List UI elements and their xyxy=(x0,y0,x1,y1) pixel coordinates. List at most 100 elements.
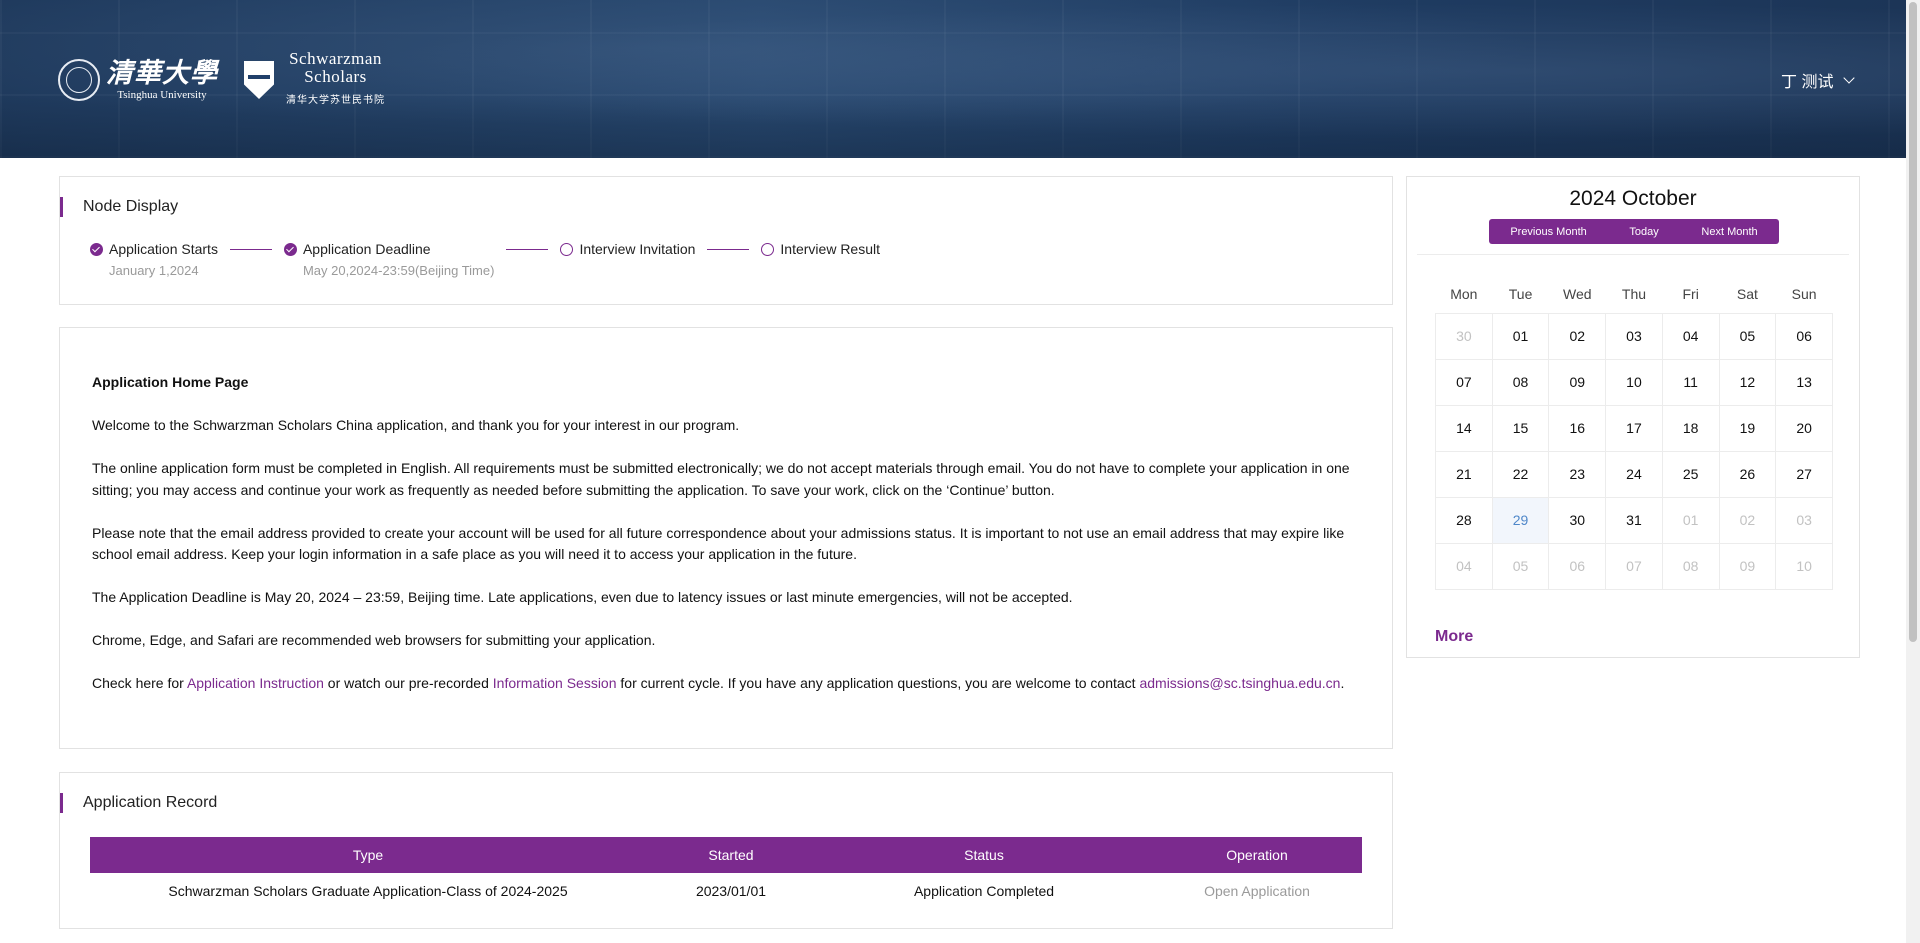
schwarzman-logo-line1: Schwarzman xyxy=(289,49,382,68)
contact-text-a: Check here for xyxy=(92,675,187,691)
calendar-nav: Previous Month Today Next Month xyxy=(1489,219,1779,244)
calendar-day[interactable]: 25 xyxy=(1661,450,1720,498)
scrollbar-thumb[interactable] xyxy=(1909,2,1917,642)
step-application-starts: Application Starts January 1,2024 xyxy=(90,241,218,278)
calendar-day[interactable]: 08 xyxy=(1661,542,1720,590)
calendar-day[interactable]: 31 xyxy=(1605,496,1663,544)
calendar-day[interactable]: 26 xyxy=(1718,450,1777,498)
home-title: Application Home Page xyxy=(92,374,249,390)
calendar-day[interactable]: 03 xyxy=(1605,312,1663,360)
calendar-day[interactable]: 15 xyxy=(1491,404,1550,452)
empty-circle-icon xyxy=(761,242,775,256)
information-session-link[interactable]: Information Session xyxy=(493,675,617,691)
application-record-table: Type Started Status Operation Schwarzman… xyxy=(90,837,1362,909)
calendar-day[interactable]: 13 xyxy=(1775,358,1833,406)
calendar-day[interactable]: 24 xyxy=(1605,450,1663,498)
weekday-label: Tue xyxy=(1508,285,1533,302)
weekday-label: Wed xyxy=(1562,285,1592,302)
weekday-label: Mon xyxy=(1450,285,1478,302)
cell-type: Schwarzman Scholars Graduate Application… xyxy=(168,883,568,899)
calendar-day[interactable]: 16 xyxy=(1548,404,1607,452)
weekday-header-row: Mon Tue Wed Thu Fri Sat Sun xyxy=(1436,275,1833,313)
calendar-day[interactable]: 30 xyxy=(1435,312,1493,360)
column-header-operation: Operation xyxy=(1152,837,1362,873)
contact-text-c: for current cycle. If you have any appli… xyxy=(616,675,1140,691)
calendar-day[interactable]: 09 xyxy=(1718,542,1777,590)
weekday-label: Sun xyxy=(1791,285,1817,302)
calendar-day[interactable]: 01 xyxy=(1491,312,1550,360)
calendar-day[interactable]: 10 xyxy=(1605,358,1663,406)
previous-month-button[interactable]: Previous Month xyxy=(1510,226,1586,238)
calendar-week-row: 21 22 23 24 25 26 27 xyxy=(1435,450,1833,498)
admissions-email-link[interactable]: admissions@sc.tsinghua.edu.cn xyxy=(1139,675,1340,691)
home-paragraph-browsers: Chrome, Edge, and Safari are recommended… xyxy=(92,632,656,648)
tsinghua-logo[interactable]: 清華大學 Tsinghua University xyxy=(58,58,218,102)
home-paragraph-contact: Check here for Application Instruction o… xyxy=(92,673,1362,695)
calendar-day[interactable]: 10 xyxy=(1775,542,1833,590)
calendar-week-row: 30 01 02 03 04 05 06 xyxy=(1435,312,1833,360)
calendar-day[interactable]: 19 xyxy=(1718,404,1777,452)
calendar-day[interactable]: 14 xyxy=(1435,404,1493,452)
column-header-started: Started xyxy=(646,837,816,873)
next-month-button[interactable]: Next Month xyxy=(1701,226,1757,238)
calendar-day[interactable]: 18 xyxy=(1661,404,1720,452)
calendar-day[interactable]: 11 xyxy=(1661,358,1720,406)
user-name: 丁 测试 xyxy=(1781,74,1834,91)
home-paragraph-email: Please note that the email address provi… xyxy=(92,524,1345,563)
schwarzman-shield-icon xyxy=(244,61,274,99)
calendar-day[interactable]: 23 xyxy=(1548,450,1607,498)
calendar-day[interactable]: 05 xyxy=(1491,542,1550,590)
calendar-day[interactable]: 04 xyxy=(1661,312,1720,360)
calendar-day[interactable]: 28 xyxy=(1435,496,1493,544)
calendar-week-row: 04 05 06 07 08 09 10 xyxy=(1435,542,1833,590)
calendar-day[interactable]: 12 xyxy=(1718,358,1777,406)
today-button[interactable]: Today xyxy=(1629,226,1658,238)
node-display-title: Node Display xyxy=(60,197,178,217)
calendar-day[interactable]: 22 xyxy=(1491,450,1550,498)
calendar-title: 2024 October xyxy=(1569,187,1697,210)
application-instruction-link[interactable]: Application Instruction xyxy=(187,675,324,691)
step-date: January 1,2024 xyxy=(109,263,199,278)
cell-started: 2023/01/01 xyxy=(695,883,767,899)
home-paragraph-online-form: The online application form must be comp… xyxy=(92,460,1350,498)
calendar-more-link[interactable]: More xyxy=(1435,628,1473,646)
calendar-day[interactable]: 02 xyxy=(1718,496,1777,544)
calendar-day-today[interactable]: 29 xyxy=(1491,496,1550,544)
home-body: Application Home Page Welcome to the Sch… xyxy=(92,372,1362,716)
calendar-day[interactable]: 06 xyxy=(1548,542,1607,590)
column-header-status: Status xyxy=(816,837,1152,873)
calendar-day[interactable]: 20 xyxy=(1775,404,1833,452)
step-interview-invitation: Interview Invitation xyxy=(560,241,695,257)
step-date: May 20,2024-23:59(Beijing Time) xyxy=(302,263,495,278)
weekday-label: Fri xyxy=(1682,285,1699,302)
calendar-day[interactable]: 06 xyxy=(1775,312,1833,360)
calendar-day[interactable]: 05 xyxy=(1718,312,1777,360)
calendar-day[interactable]: 04 xyxy=(1435,542,1493,590)
contact-text-d: . xyxy=(1340,675,1345,691)
column-header-type: Type xyxy=(90,837,646,873)
open-application-button[interactable]: Open Application xyxy=(1152,873,1362,909)
calendar-day[interactable]: 01 xyxy=(1661,496,1720,544)
page-scrollbar[interactable] xyxy=(1906,0,1920,943)
calendar-day[interactable]: 07 xyxy=(1435,358,1493,406)
calendar-day[interactable]: 08 xyxy=(1491,358,1550,406)
calendar-grid: Mon Tue Wed Thu Fri Sat Sun 30 01 02 03 … xyxy=(1435,275,1833,590)
calendar-day[interactable]: 27 xyxy=(1775,450,1833,498)
calendar-week-row: 14 15 16 17 18 19 20 xyxy=(1435,404,1833,452)
calendar-day[interactable]: 02 xyxy=(1548,312,1607,360)
calendar-day[interactable]: 30 xyxy=(1548,496,1607,544)
step-label: Interview Result xyxy=(780,241,880,257)
calendar-day[interactable]: 09 xyxy=(1548,358,1607,406)
weekday-label: Thu xyxy=(1621,285,1647,302)
tsinghua-seal-icon xyxy=(58,59,100,101)
user-menu[interactable]: 丁 测试 xyxy=(1781,68,1856,92)
calendar-day[interactable]: 07 xyxy=(1605,542,1663,590)
progress-steps: Application Starts January 1,2024 Applic… xyxy=(90,241,880,278)
calendar-day[interactable]: 03 xyxy=(1775,496,1833,544)
cell-status: Application Completed xyxy=(913,883,1055,899)
application-record-title: Application Record xyxy=(60,793,217,813)
schwarzman-logo[interactable]: Schwarzman Scholars 清华大学苏世民书院 xyxy=(244,50,385,110)
calendar-day[interactable]: 17 xyxy=(1605,404,1663,452)
calendar-day[interactable]: 21 xyxy=(1435,450,1493,498)
step-label: Application Starts xyxy=(109,241,218,257)
